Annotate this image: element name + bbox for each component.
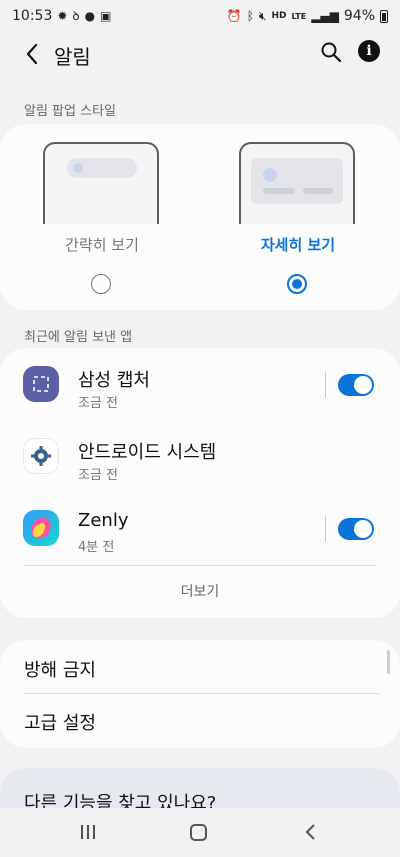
home-icon[interactable] [190, 824, 207, 841]
back-arrow-icon [26, 43, 38, 65]
chat-bubble-status-icon: ● [84, 9, 96, 23]
toggle-divider [325, 516, 326, 542]
zenly-icon [23, 510, 59, 546]
alarm-status-icon: ⏰ [226, 9, 242, 23]
popup-style-card: 간략히 보기 자세히 보기 [0, 124, 400, 310]
image-status-icon: ▣ [100, 9, 112, 23]
brief-style-radio[interactable] [91, 274, 111, 294]
app-name: 안드로이드 시스템 [78, 442, 217, 463]
navigation-bar [0, 808, 400, 857]
battery-percent: 94% [343, 8, 375, 24]
info-icon: i [366, 43, 372, 59]
battery-icon [380, 9, 388, 23]
settings-gear-status-icon: ✹ [57, 9, 68, 23]
nav-back-icon[interactable] [300, 822, 320, 842]
info-button[interactable]: i [358, 40, 380, 62]
detail-preview-box [251, 158, 343, 204]
search-icon [321, 42, 342, 63]
brief-preview-dot [73, 163, 83, 173]
recent-apps-section-label: 최근에 알림 보낸 앱 [24, 330, 133, 345]
lte-badge: LTE [291, 11, 307, 21]
page-title: 알림 [54, 45, 91, 69]
toggle-divider [325, 372, 326, 398]
hd-badge: HD [271, 10, 287, 21]
samsung-capture-toggle[interactable] [338, 374, 374, 396]
android-system-gear-icon [23, 438, 59, 474]
popup-style-section-label: 알림 팝업 스타일 [24, 104, 116, 119]
status-bar: 10:53 ✹ ꝺ ● ▣ ⏰ ᛒ 🔇︎ HD LTE ▂▄▆ 94% [0, 0, 400, 32]
app-name: 삼성 캡처 [78, 370, 150, 391]
search-button[interactable] [318, 39, 344, 65]
network-badge: HD [271, 10, 287, 21]
app-row-samsung-capture[interactable]: 삼성 캡처 조금 전 [0, 350, 400, 420]
scrollbar[interactable] [387, 650, 390, 674]
detail-preview-dot [263, 168, 277, 182]
bluetooth-status-icon: ᛒ [246, 9, 254, 23]
app-bar: 알림 i [0, 32, 400, 76]
detailed-style-preview[interactable] [239, 142, 355, 224]
mute-status-icon: 🔇︎ [258, 9, 267, 23]
samsung-capture-icon [23, 366, 59, 402]
app-row-zenly[interactable]: Zenly 4분 전 [0, 494, 400, 564]
advanced-settings-item[interactable]: 고급 설정 [24, 709, 96, 735]
status-time: 10:53 [12, 8, 53, 24]
detailed-style-radio[interactable] [287, 274, 307, 294]
brief-style-label[interactable]: 간략히 보기 [32, 234, 172, 255]
status-right: ⏰ ᛒ 🔇︎ HD LTE ▂▄▆ 94% [227, 8, 388, 24]
app-time: 4분 전 [78, 540, 115, 555]
app-row-android-system[interactable]: 안드로이드 시스템 조금 전 [0, 422, 400, 492]
signal-icon: ▂▄▆ [311, 9, 339, 23]
detail-preview-line [303, 188, 333, 194]
more-button[interactable]: 더보기 [150, 581, 250, 601]
status-left: 10:53 ✹ ꝺ ● ▣ [12, 8, 111, 24]
brief-style-preview[interactable] [43, 142, 159, 224]
detail-preview-line [263, 188, 295, 194]
apps-divider [24, 565, 376, 566]
settings-divider [24, 693, 380, 694]
back-button[interactable] [18, 38, 46, 70]
recents-icon[interactable] [78, 822, 98, 842]
bike-status-icon: ꝺ [72, 9, 80, 23]
app-time: 조금 전 [78, 468, 119, 483]
do-not-disturb-item[interactable]: 방해 금지 [24, 656, 96, 682]
zenly-toggle[interactable] [338, 518, 374, 540]
detailed-style-label[interactable]: 자세히 보기 [228, 234, 368, 255]
app-name: Zenly [78, 510, 129, 531]
app-time: 조금 전 [78, 396, 119, 411]
